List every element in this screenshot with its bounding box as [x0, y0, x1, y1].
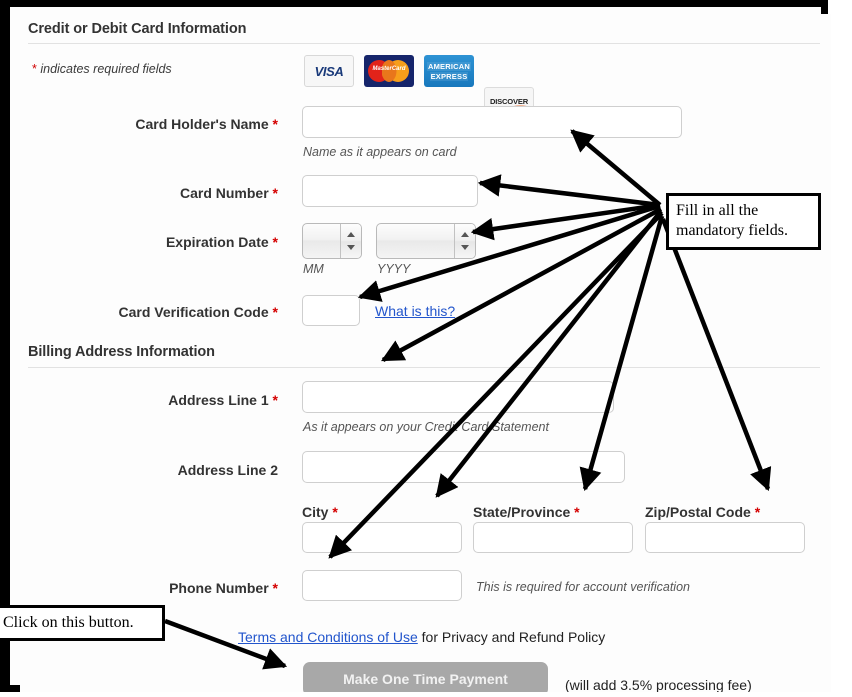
terms-and-conditions-line: Terms and Conditions of Use for Privacy … — [238, 629, 605, 645]
section-title-card-information: Credit or Debit Card Information — [28, 21, 247, 37]
address-line-2-input[interactable] — [302, 451, 625, 483]
chevron-down-icon — [347, 245, 355, 250]
expiration-year-stepper-icon[interactable] — [454, 224, 475, 258]
card-holder-name-input[interactable] — [302, 106, 682, 138]
annotation-frame: Credit or Debit Card Information * indic… — [0, 0, 831, 692]
callout-click-this-button: Click on this button. — [0, 605, 165, 642]
label-card-verification-code-star: * — [272, 304, 278, 320]
hint-expiration-year: YYYY — [377, 262, 411, 276]
label-address-line-2-text: Address Line 2 — [177, 462, 278, 478]
label-city-star: * — [332, 504, 338, 520]
card-verification-code-input[interactable] — [302, 295, 360, 326]
phone-number-input[interactable] — [302, 570, 462, 601]
expiration-year-value — [377, 224, 454, 258]
hint-phone-number: This is required for account verificatio… — [476, 580, 690, 594]
label-address-line-1: Address Line 1 * — [20, 392, 278, 408]
label-card-number-star: * — [272, 185, 278, 201]
terms-and-conditions-link[interactable]: Terms and Conditions of Use — [238, 629, 418, 645]
terms-and-conditions-rest: for Privacy and Refund Policy — [417, 629, 606, 645]
amex-logo-icon: AMERICAN EXPRESS — [424, 55, 474, 87]
expiration-year-select[interactable] — [376, 223, 476, 259]
label-phone-number: Phone Number * — [20, 580, 278, 596]
city-input[interactable] — [302, 522, 462, 553]
label-card-holder-name-star: * — [272, 116, 278, 132]
what-is-this-link[interactable]: What is this? — [375, 303, 455, 319]
label-state-province: State/Province * — [473, 504, 580, 520]
label-phone-number-star: * — [272, 580, 278, 596]
label-zip-postal-code-text: Zip/Postal Code — [645, 504, 751, 520]
chevron-up-icon — [461, 232, 469, 237]
mastercard-logo-label: MasterCard — [372, 66, 406, 72]
hint-expiration-month: MM — [303, 262, 324, 276]
payment-form-page: Credit or Debit Card Information * indic… — [20, 14, 831, 692]
label-state-province-text: State/Province — [473, 504, 571, 520]
label-state-province-star: * — [574, 504, 580, 520]
label-expiration-date: Expiration Date * — [20, 234, 278, 250]
amex-logo-line2: EXPRESS — [429, 71, 469, 81]
required-fields-note: * indicates required fields — [32, 62, 172, 76]
mastercard-logo-icon: MasterCard — [364, 55, 414, 87]
label-address-line-2: Address Line 2 — [20, 462, 278, 478]
expiration-month-value — [303, 224, 340, 258]
section-title-billing-address: Billing Address Information — [28, 344, 215, 360]
label-card-number: Card Number * — [20, 185, 278, 201]
chevron-up-icon — [347, 232, 355, 237]
visa-logo-icon: VISA — [304, 55, 354, 87]
expiration-month-stepper-icon[interactable] — [340, 224, 361, 258]
section-divider-1 — [28, 43, 820, 44]
label-address-line-1-star: * — [272, 392, 278, 408]
label-city-text: City — [302, 504, 329, 520]
amex-logo-line1: AMERICAN — [426, 61, 471, 71]
visa-logo-label: VISA — [314, 63, 344, 79]
state-province-input[interactable] — [473, 522, 633, 553]
label-zip-postal-code: Zip/Postal Code * — [645, 504, 760, 520]
chevron-down-icon — [461, 245, 469, 250]
hint-address-line-1: As it appears on your Credit Card Statem… — [303, 420, 549, 434]
zip-postal-code-input[interactable] — [645, 522, 805, 553]
label-address-line-1-text: Address Line 1 — [168, 392, 269, 408]
label-phone-number-text: Phone Number — [169, 580, 269, 596]
processing-fee-note: (will add 3.5% processing fee) — [565, 677, 752, 692]
label-expiration-date-star: * — [272, 234, 278, 250]
label-card-holder-name: Card Holder's Name * — [20, 116, 278, 132]
hint-card-holder-name: Name as it appears on card — [303, 145, 457, 159]
label-expiration-date-text: Expiration Date — [165, 234, 269, 250]
make-one-time-payment-button[interactable]: Make One Time Payment — [303, 662, 548, 692]
callout-fill-mandatory-fields: Fill in all the mandatory fields. — [666, 193, 821, 250]
label-card-verification-code: Card Verification Code * — [20, 304, 279, 320]
label-card-holder-name-text: Card Holder's Name — [135, 116, 269, 132]
required-note-text: indicates required fields — [36, 62, 172, 76]
section-divider-2 — [28, 367, 820, 368]
label-card-number-text: Card Number — [179, 185, 269, 201]
label-zip-postal-code-star: * — [754, 504, 761, 520]
expiration-month-select[interactable] — [302, 223, 362, 259]
label-city: City * — [302, 504, 338, 520]
label-card-verification-code-text: Card Verification Code — [118, 304, 269, 320]
card-number-input[interactable] — [302, 175, 478, 207]
address-line-1-input[interactable] — [302, 381, 614, 413]
